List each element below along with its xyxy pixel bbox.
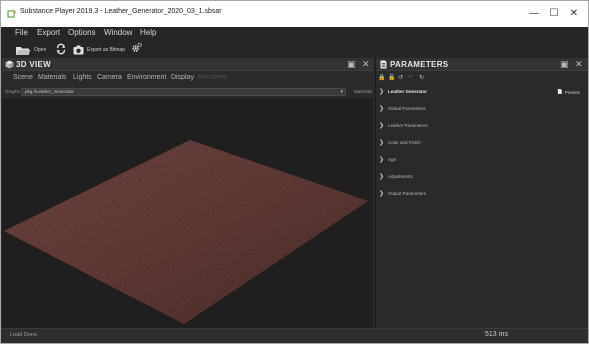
param-group-label: Color and Finish (388, 140, 421, 145)
tab-materials[interactable]: Materials (38, 74, 66, 81)
substance-app-icon (7, 9, 17, 18)
dropdown-arrow-icon: ▾ (340, 89, 343, 95)
cube-icon (5, 60, 14, 69)
param-group-leather-generator[interactable]: ❯ Leather Generator 📄 Presets (376, 85, 588, 99)
folder-icon (16, 46, 31, 55)
param-group-label: Global Parameters (388, 106, 426, 111)
chevron-right-icon: ❯ (379, 174, 385, 180)
chevron-right-icon: ❯ (379, 123, 385, 129)
param-group-global-parameters[interactable]: ❯ Global Parameters (376, 102, 588, 116)
presets-button[interactable]: 📄 Presets (557, 89, 580, 95)
param-group-leather-parameters[interactable]: ❯ Leather Parameters (376, 119, 588, 133)
tab-display[interactable]: Display (171, 74, 194, 81)
parameters-title: PARAMETERS (390, 60, 449, 69)
graph-dropdown-value: pkg://Leather_Generator (25, 89, 75, 94)
3d-viewport[interactable] (2, 98, 373, 328)
param-group-adjustments[interactable]: ❯ Adjustments (376, 170, 588, 184)
menu-window[interactable]: Window (104, 28, 132, 37)
title-bar: Substance Player 2019.3 - Leather_Genera… (1, 1, 588, 27)
param-group-age[interactable]: ❯ Age (376, 153, 588, 167)
chevron-right-icon: ❯ (379, 157, 385, 163)
param-group-output-parameters[interactable]: ❯ Output Parameters (376, 187, 588, 201)
menu-options[interactable]: Options (68, 28, 96, 37)
graph-selector-row: Graphs pkg://Leather_Generator ▾ Materia… (2, 86, 373, 98)
parameters-header: PARAMETERS ▣ ✕ (376, 58, 588, 71)
parameters-toolbar: 🔒 🔓 ↺ ↶ ↻ (376, 72, 588, 84)
param-group-label: Adjustments (388, 174, 413, 179)
3d-view-panel: 3D VIEW ▣ ✕ Scene Materials Lights Camer… (2, 58, 373, 328)
presets-icon: 📄 (557, 89, 563, 94)
unlock-icon[interactable]: 🔓 (388, 74, 395, 81)
open-button[interactable]: Open (15, 44, 46, 56)
close-panel-icon[interactable]: ✕ (575, 58, 583, 71)
reset-icon[interactable]: ↺ (398, 74, 403, 81)
close-button[interactable]: ✕ (560, 5, 588, 23)
presets-label: Presets (564, 89, 580, 95)
window-title: Substance Player 2019.3 - Leather_Genera… (20, 8, 222, 15)
chevron-right-icon: ❯ (379, 191, 385, 197)
settings-gear-icon[interactable] (129, 42, 144, 54)
tab-camera[interactable]: Camera (97, 74, 122, 81)
3d-view-tabs: Scene Materials Lights Camera Environmen… (2, 71, 373, 86)
refresh-icon[interactable] (54, 43, 68, 55)
render-time: 513 ms (485, 331, 508, 338)
status-bar: Load Done. 513 ms (1, 328, 588, 343)
toolbar: Open Export as Bitmap (1, 41, 588, 58)
document-icon (380, 60, 387, 69)
lock-icon[interactable]: 🔒 (378, 74, 385, 81)
tab-renderer[interactable]: Renderer (198, 74, 227, 81)
tab-environment[interactable]: Environment (127, 74, 166, 81)
parameters-panel: PARAMETERS ▣ ✕ 🔒 🔓 ↺ ↶ ↻ ❯ Leather Gener… (375, 58, 588, 328)
tab-scene[interactable]: Scene (13, 74, 33, 81)
export-bitmap-label: Export as Bitmap (87, 47, 126, 53)
3d-view-title: 3D VIEW (16, 60, 51, 69)
3d-view-header: 3D VIEW ▣ ✕ (2, 58, 373, 71)
graphs-label: Graphs (5, 89, 20, 94)
redo-icon[interactable]: ↻ (419, 74, 424, 81)
chevron-right-icon: ❯ (379, 106, 385, 112)
menu-help[interactable]: Help (140, 28, 156, 37)
param-group-label: Output Parameters (388, 191, 427, 196)
undo-icon[interactable]: ↶ (408, 74, 413, 81)
camera-icon (73, 45, 84, 55)
param-group-color-and-finish[interactable]: ❯ Color and Finish (376, 136, 588, 150)
status-message: Load Done. (10, 332, 39, 338)
app-window: Substance Player 2019.3 - Leather_Genera… (0, 0, 589, 344)
float-panel-icon[interactable]: ▣ (560, 58, 569, 71)
param-group-label: Leather Generator (388, 89, 428, 94)
menu-bar: File Export Options Window Help (1, 27, 588, 41)
param-group-label: Age (388, 157, 397, 162)
materials-label[interactable]: Materials (354, 89, 372, 94)
float-panel-icon[interactable]: ▣ (347, 58, 356, 71)
graph-dropdown[interactable]: pkg://Leather_Generator ▾ (21, 88, 346, 96)
leather-plane-render (4, 140, 368, 324)
param-group-label: Leather Parameters (388, 123, 428, 128)
open-label: Open (34, 47, 47, 53)
chevron-right-icon: ❯ (379, 89, 385, 95)
close-panel-icon[interactable]: ✕ (362, 58, 370, 71)
chevron-right-icon: ❯ (379, 140, 385, 146)
menu-export[interactable]: Export (37, 28, 60, 37)
menu-file[interactable]: File (15, 28, 28, 37)
tab-lights[interactable]: Lights (73, 74, 92, 81)
export-bitmap-button[interactable]: Export as Bitmap (73, 44, 125, 56)
